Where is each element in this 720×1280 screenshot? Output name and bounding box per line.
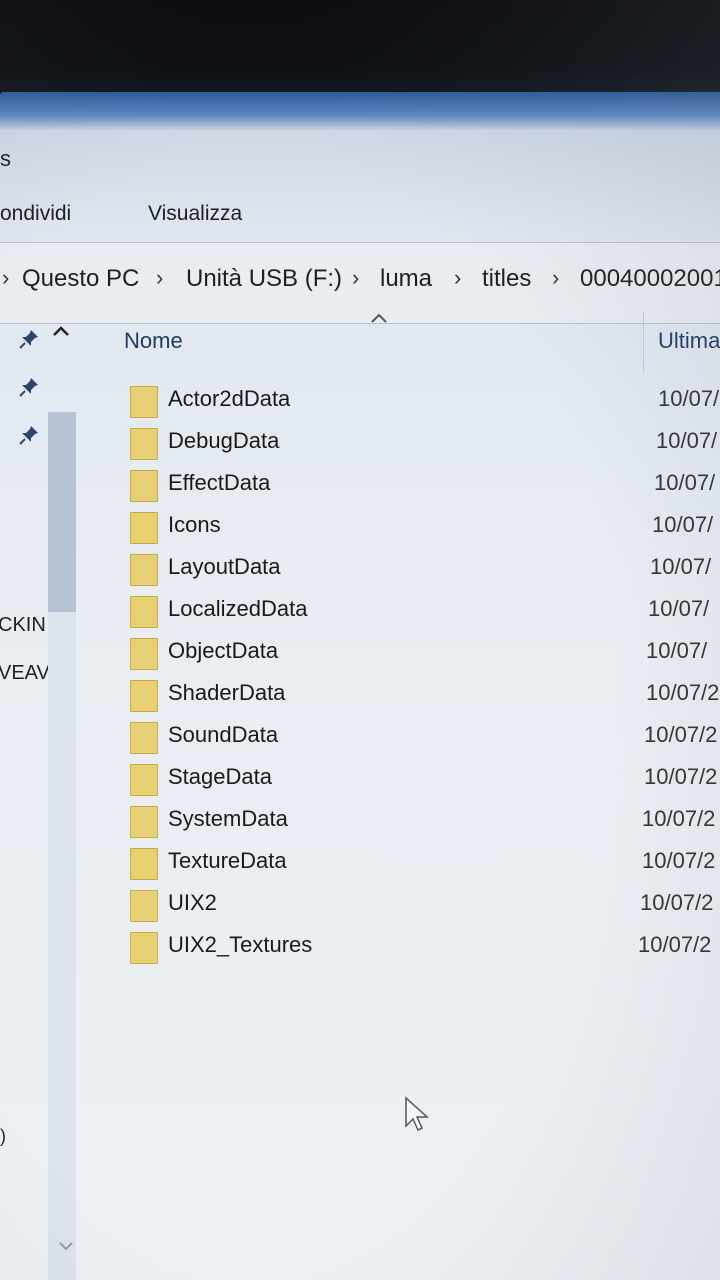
- breadcrumb-separator: ›: [156, 265, 164, 290]
- folder-icon: [130, 848, 158, 880]
- breadcrumb-title-id[interactable]: 00040002001: [580, 265, 720, 293]
- folder-icon: [130, 890, 158, 922]
- folder-icon: [130, 722, 158, 754]
- folder-row[interactable]: EffectData 10/07/: [130, 466, 720, 504]
- breadcrumb-titles[interactable]: titles: [482, 265, 531, 293]
- pin-icon[interactable]: [18, 424, 40, 446]
- folder-name: SystemData: [168, 806, 288, 831]
- folder-date: 10/07/2: [644, 722, 718, 747]
- folder-date: 10/07/: [658, 386, 720, 411]
- folder-date: 10/07/: [654, 470, 716, 495]
- nav-item-label[interactable]: CKIN: [0, 614, 46, 637]
- folder-name: ShaderData: [168, 680, 286, 705]
- tab-view[interactable]: Visualizza: [148, 202, 242, 226]
- folder-date: 10/07/: [652, 512, 714, 537]
- folder-name: SoundData: [168, 722, 279, 747]
- folder-date: 10/07/: [648, 596, 710, 621]
- folder-icon: [130, 764, 158, 796]
- breadcrumb-separator: ›: [2, 265, 10, 290]
- folder-name: DebugData: [168, 428, 280, 453]
- folder-row[interactable]: LocalizedData 10/07/: [130, 592, 720, 630]
- folder-date: 10/07/2: [638, 932, 712, 957]
- explorer-window: s ondividi Visualizza › Questo PC › Unit…: [0, 92, 720, 1280]
- folder-date: 10/07/: [650, 554, 712, 579]
- folder-icon: [130, 680, 158, 712]
- folder-name: EffectData: [168, 470, 271, 495]
- folder-icon: [130, 428, 158, 460]
- folder-name: UIX2: [168, 890, 217, 915]
- breadcrumb-separator: ›: [454, 265, 462, 290]
- nav-item-fragment: ): [0, 1126, 6, 1146]
- folder-row[interactable]: TextureData 10/07/2: [130, 844, 720, 882]
- folder-row[interactable]: SoundData 10/07/2: [130, 718, 720, 756]
- folder-row[interactable]: Icons 10/07/: [130, 508, 720, 546]
- folder-date: 10/07/: [646, 638, 708, 663]
- folder-row[interactable]: UIX2 10/07/2: [130, 886, 720, 924]
- folder-date: 10/07/2: [642, 806, 716, 831]
- pin-icon[interactable]: [18, 376, 40, 398]
- folder-row[interactable]: UIX2_Textures 10/07/2: [130, 928, 720, 966]
- folder-icon: [130, 470, 158, 502]
- folder-row[interactable]: LayoutData 10/07/: [130, 550, 720, 588]
- folder-date: 10/07/2: [644, 764, 718, 789]
- navigation-pane: CKIN VEAV: [0, 312, 90, 1280]
- breadcrumb-usb-drive[interactable]: Unità USB (F:): [186, 265, 342, 293]
- breadcrumb-separator: ›: [552, 265, 560, 290]
- chevron-down-icon[interactable]: [58, 1240, 74, 1252]
- folder-icon: [130, 386, 158, 418]
- folder-row[interactable]: Actor2dData 10/07/: [130, 382, 720, 420]
- column-divider[interactable]: [643, 312, 644, 372]
- pin-icon[interactable]: [18, 328, 40, 350]
- nav-scrollbar-thumb[interactable]: [48, 412, 76, 612]
- folder-row[interactable]: SystemData 10/07/2: [130, 802, 720, 840]
- folder-row[interactable]: ShaderData 10/07/2: [130, 676, 720, 714]
- monitor-bezel: [0, 0, 720, 100]
- folder-name: ObjectData: [168, 638, 279, 663]
- nav-item-label[interactable]: VEAV: [0, 662, 50, 685]
- folder-name: Actor2dData: [168, 386, 291, 411]
- breadcrumb-this-pc[interactable]: Questo PC: [22, 265, 139, 293]
- mouse-cursor-icon: [405, 1096, 429, 1132]
- folder-name: TextureData: [168, 848, 287, 873]
- chevron-up-icon[interactable]: [52, 324, 70, 338]
- folder-name: LocalizedData: [168, 596, 308, 621]
- folder-date: 10/07/2: [642, 848, 716, 873]
- nav-scrollbar[interactable]: [48, 412, 76, 1280]
- breadcrumb-luma[interactable]: luma: [380, 265, 432, 293]
- folder-row[interactable]: DebugData 10/07/: [130, 424, 720, 462]
- sort-ascending-icon: [371, 313, 387, 323]
- folder-row[interactable]: ObjectData 10/07/: [130, 634, 720, 672]
- folder-name: StageData: [168, 764, 272, 789]
- folder-icon: [130, 806, 158, 838]
- tab-share[interactable]: ondividi: [0, 202, 71, 226]
- folder-date: 10/07/2: [646, 680, 720, 705]
- breadcrumb-separator: ›: [352, 265, 360, 290]
- folder-icon: [130, 932, 158, 964]
- folder-name: LayoutData: [168, 554, 281, 579]
- folder-icon: [130, 638, 158, 670]
- folder-date: 10/07/: [656, 428, 718, 453]
- window-title: s: [0, 146, 11, 171]
- folder-name: Icons: [168, 512, 221, 537]
- ribbon: ondividi Visualizza: [0, 192, 720, 238]
- folder-icon: [130, 512, 158, 544]
- title-bar: [0, 92, 720, 130]
- address-bar[interactable]: › Questo PC › Unità USB (F:) › luma › ti…: [0, 242, 720, 324]
- column-header-name[interactable]: Nome: [124, 328, 183, 354]
- column-header-modified[interactable]: Ultima: [658, 328, 720, 354]
- folder-icon: [130, 554, 158, 586]
- folder-name: UIX2_Textures: [168, 932, 313, 957]
- folder-row[interactable]: StageData 10/07/2: [130, 760, 720, 798]
- folder-icon: [130, 596, 158, 628]
- folder-date: 10/07/2: [640, 890, 714, 915]
